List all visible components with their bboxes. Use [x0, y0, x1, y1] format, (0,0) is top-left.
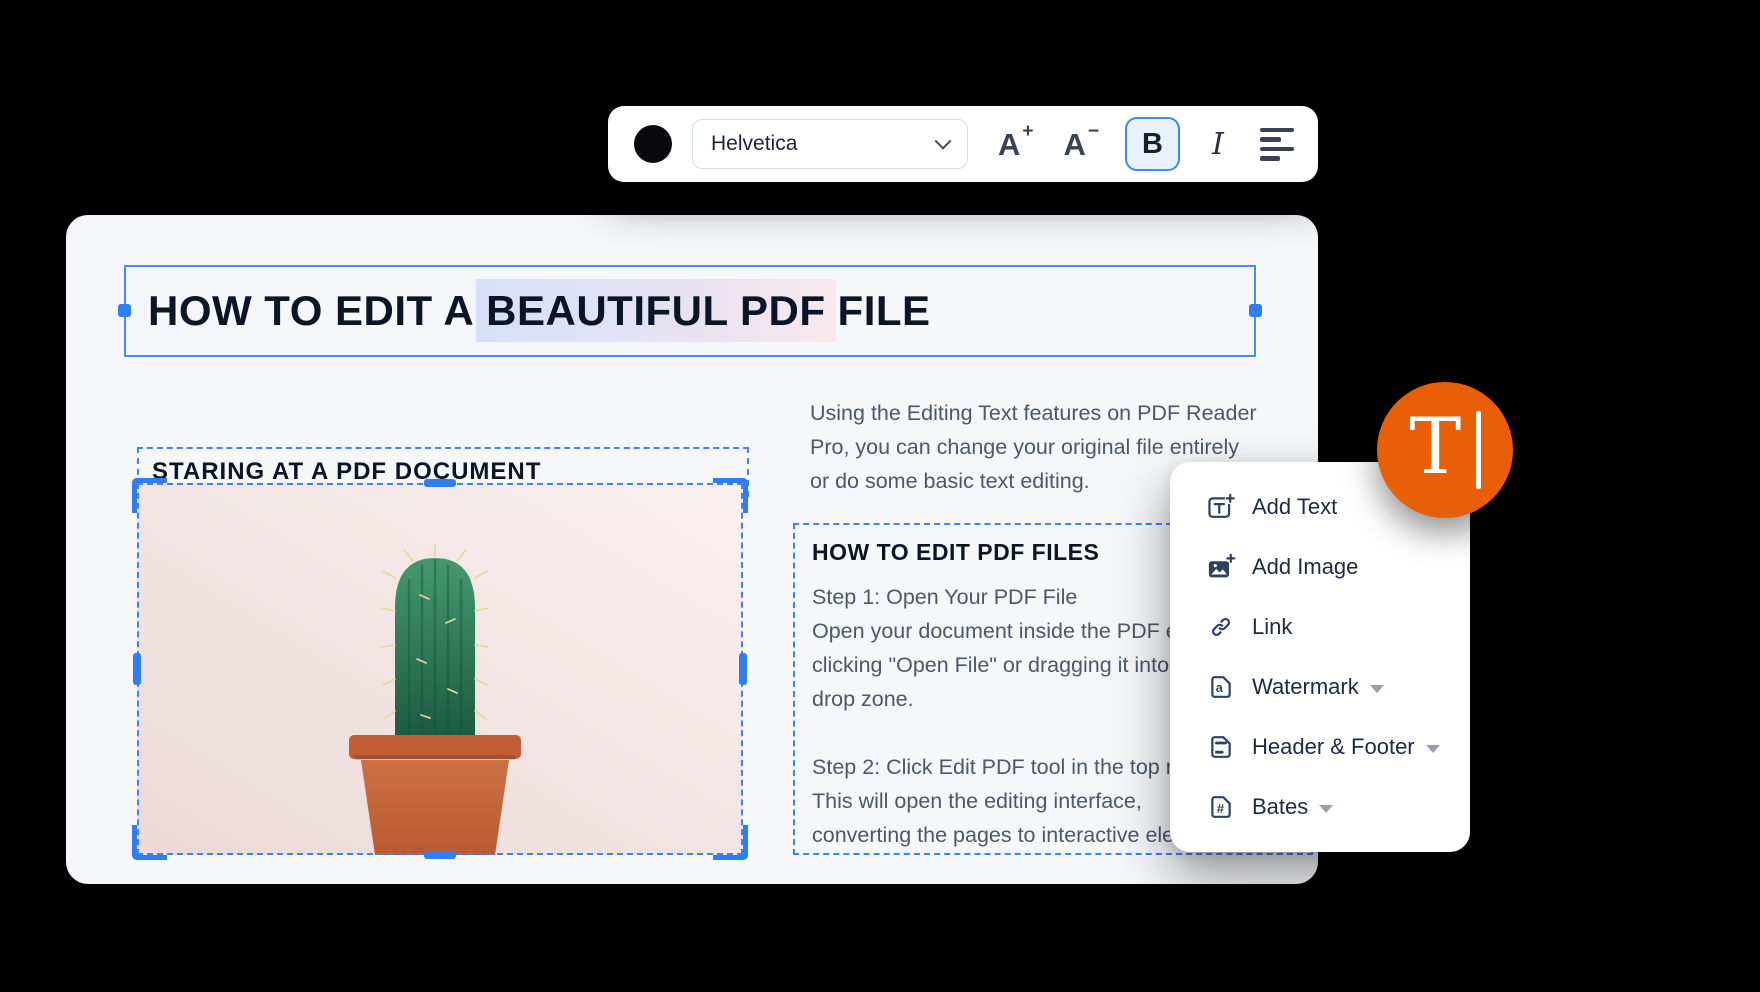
bold-button[interactable]: B — [1125, 117, 1180, 171]
edge-handle-bottom[interactable] — [424, 851, 456, 859]
align-left-icon[interactable] — [1260, 128, 1294, 161]
intro-line: Using the Editing Text features on PDF R… — [810, 396, 1280, 430]
menu-label: Add Image — [1252, 554, 1358, 580]
italic-button[interactable]: I — [1212, 127, 1224, 162]
edge-handle-top[interactable] — [424, 479, 456, 487]
decrease-font-size-button[interactable]: A − — [1064, 129, 1100, 160]
edge-handle-right[interactable] — [739, 653, 747, 685]
title-text-box[interactable]: HOW TO EDIT ABEAUTIFUL PDFFILE — [124, 265, 1256, 357]
font-family-select[interactable]: Helvetica — [692, 119, 968, 169]
chevron-down-icon[interactable] — [1426, 745, 1440, 753]
menu-label: Header & Footer — [1252, 734, 1415, 760]
text-format-toolbar: Helvetica A + A − B I — [608, 106, 1318, 182]
chevron-down-icon — [935, 133, 952, 150]
add-text-icon — [1206, 492, 1236, 522]
header-footer-icon — [1206, 732, 1236, 762]
font-color-swatch[interactable] — [634, 125, 672, 163]
title-pre: HOW TO EDIT A — [148, 287, 474, 334]
menu-label: Link — [1252, 614, 1292, 640]
resize-handle-left[interactable] — [118, 304, 131, 317]
corner-handle-top-right[interactable] — [713, 478, 748, 513]
corner-handle-top-left[interactable] — [132, 478, 167, 513]
link-icon — [1206, 612, 1236, 642]
menu-label: Bates — [1252, 794, 1308, 820]
screen: Helvetica A + A − B I HOW TO EDIT ABEAUT… — [0, 0, 1760, 992]
chevron-down-icon[interactable] — [1370, 685, 1384, 693]
minus-sign: − — [1088, 122, 1099, 141]
svg-text:#: # — [1217, 801, 1225, 816]
add-image-icon — [1206, 552, 1236, 582]
pdf-document-canvas[interactable]: HOW TO EDIT ABEAUTIFUL PDFFILE STARING A… — [66, 215, 1318, 884]
edit-text-feature-badge: T — [1377, 382, 1513, 518]
corner-handle-bottom-left[interactable] — [132, 825, 167, 860]
intro-line: Pro, you can change your original file e… — [810, 430, 1280, 464]
image-element[interactable] — [137, 483, 743, 855]
svg-text:a: a — [1216, 681, 1224, 695]
bates-icon: # — [1206, 792, 1236, 822]
serif-t-glyph: T — [1409, 408, 1461, 486]
section-heading: STARING AT A PDF DOCUMENT — [152, 458, 541, 486]
corner-handle-bottom-right[interactable] — [713, 825, 748, 860]
menu-item-add-image[interactable]: Add Image — [1170, 537, 1470, 597]
menu-item-header-footer[interactable]: Header & Footer — [1170, 717, 1470, 777]
bold-label: B — [1142, 128, 1163, 161]
resize-handle-right[interactable] — [1249, 304, 1262, 317]
page-title: HOW TO EDIT ABEAUTIFUL PDFFILE — [148, 287, 931, 335]
menu-label: Watermark — [1252, 674, 1359, 700]
plus-sign: + — [1022, 122, 1033, 141]
menu-label: Add Text — [1252, 494, 1337, 520]
watermark-icon: a — [1206, 672, 1236, 702]
title-post: FILE — [838, 287, 931, 334]
decrease-font-letter: A — [1064, 129, 1086, 160]
text-cursor-icon — [1476, 411, 1481, 489]
increase-font-letter: A — [998, 129, 1020, 160]
menu-item-bates[interactable]: # Bates — [1170, 777, 1470, 837]
menu-item-link[interactable]: Link — [1170, 597, 1470, 657]
menu-item-watermark[interactable]: a Watermark — [1170, 657, 1470, 717]
cactus-photo — [137, 483, 743, 855]
selected-text-highlight[interactable]: BEAUTIFUL PDF — [476, 279, 835, 342]
increase-font-size-button[interactable]: A + — [998, 129, 1034, 160]
font-family-value: Helvetica — [711, 132, 797, 156]
edit-tools-menu: Add Text Add Image Link a — [1170, 462, 1470, 852]
chevron-down-icon[interactable] — [1319, 805, 1333, 813]
italic-label: I — [1212, 127, 1224, 162]
edge-handle-left[interactable] — [133, 653, 141, 685]
